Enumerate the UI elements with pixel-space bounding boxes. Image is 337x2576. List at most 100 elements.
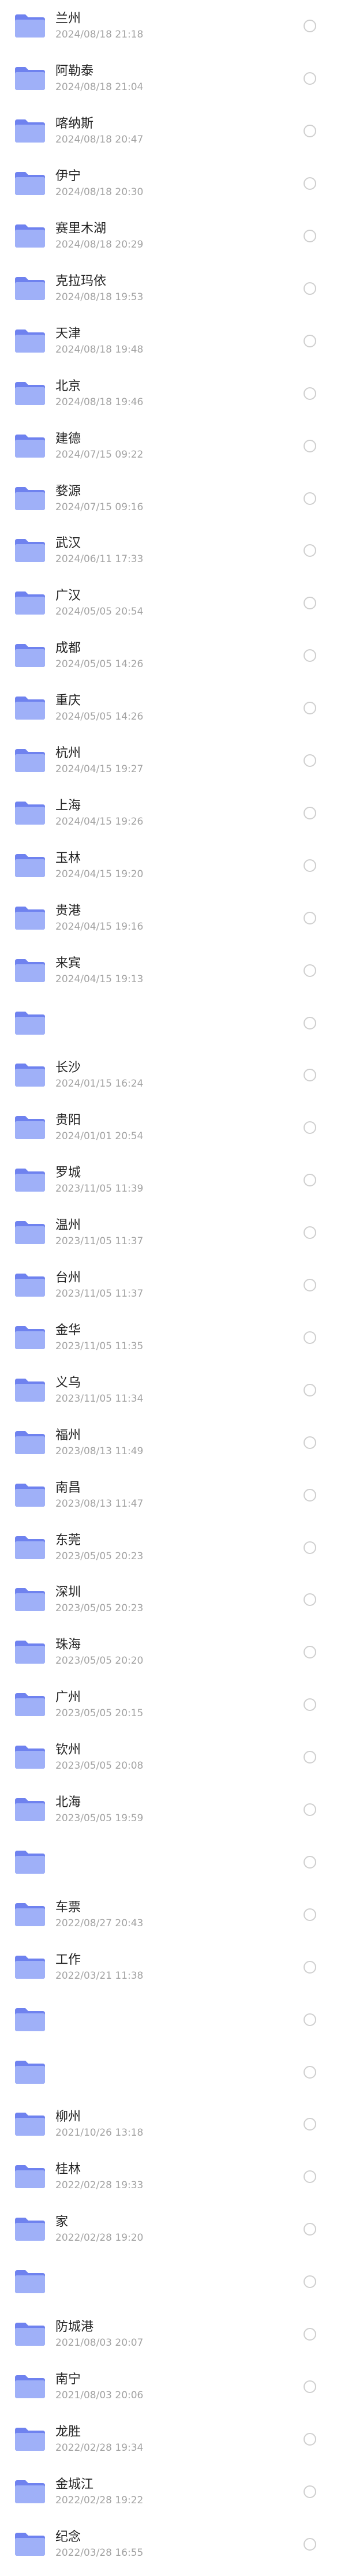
folder-row[interactable]: 兰州 2024/08/18 21:18 [0,0,337,53]
folder-row[interactable]: 龙胜 2022/02/28 19:34 [0,2413,337,2465]
select-radio[interactable] [304,1226,316,1240]
folder-row[interactable]: 珠海 2023/05/05 20:20 [0,1626,337,1679]
select-radio[interactable] [304,964,316,977]
select-radio[interactable] [304,2013,316,2026]
select-radio[interactable] [304,859,316,872]
select-radio[interactable] [304,125,316,138]
select-radio[interactable] [304,1279,316,1292]
select-radio[interactable] [304,387,316,400]
folder-row[interactable] [0,2046,337,2098]
select-radio[interactable] [304,1698,316,1712]
folder-row[interactable]: 深圳 2023/05/05 20:23 [0,1574,337,1626]
select-radio[interactable] [304,806,316,819]
select-radio[interactable] [304,754,316,767]
folder-row[interactable]: 成都 2024/05/05 14:26 [0,630,337,682]
folder-row[interactable] [0,2256,337,2308]
folder-row[interactable]: 金华 2023/11/05 11:35 [0,1312,337,1364]
select-radio[interactable] [304,2118,316,2131]
select-radio[interactable] [304,2170,316,2184]
select-radio[interactable] [304,2065,316,2079]
folder-row[interactable]: 北海 2023/05/05 19:59 [0,1784,337,1836]
select-radio[interactable] [304,597,316,610]
folder-row[interactable]: 婺源 2024/07/15 09:16 [0,472,337,525]
folder-row[interactable]: 柳州 2021/10/26 13:18 [0,2098,337,2151]
select-radio[interactable] [304,2275,316,2289]
select-radio[interactable] [304,20,316,33]
folder-row[interactable]: 广汉 2024/05/05 20:54 [0,577,337,630]
select-radio[interactable] [304,282,316,295]
select-radio[interactable] [304,1593,316,1607]
select-radio[interactable] [304,72,316,85]
select-radio[interactable] [304,1803,316,1817]
folder-icon [15,1693,45,1717]
select-radio[interactable] [304,2328,316,2341]
folder-row[interactable]: 台州 2023/11/05 11:37 [0,1259,337,1312]
folder-row[interactable]: 钦州 2023/05/05 20:08 [0,1731,337,1784]
folder-row[interactable] [0,997,337,1049]
folder-row[interactable]: 建德 2024/07/15 09:22 [0,420,337,472]
folder-row[interactable]: 长沙 2024/01/15 16:24 [0,1049,337,1102]
folder-row[interactable]: 防城港 2021/08/03 20:07 [0,2308,337,2361]
folder-row[interactable]: 广州 2023/05/05 20:15 [0,1679,337,1731]
select-radio[interactable] [304,1751,316,1764]
folder-row[interactable]: 贵阳 2024/01/01 20:54 [0,1102,337,1154]
select-radio[interactable] [304,2485,316,2498]
folder-row[interactable]: 上海 2024/04/15 19:26 [0,787,337,840]
folder-row[interactable]: 金城江 2022/02/28 19:22 [0,2465,337,2518]
folder-row[interactable]: 玉林 2024/04/15 19:20 [0,839,337,892]
folder-row[interactable]: 南宁 2021/08/03 20:06 [0,2361,337,2413]
folder-row[interactable]: 家 2022/02/28 19:20 [0,2203,337,2256]
select-radio[interactable] [304,1960,316,1974]
folder-row[interactable]: 罗城 2023/11/05 11:39 [0,1154,337,1207]
select-radio[interactable] [304,911,316,924]
folder-row[interactable]: 武汉 2024/06/11 17:33 [0,525,337,577]
folder-row[interactable]: 伊宁 2024/08/18 20:30 [0,158,337,210]
select-radio[interactable] [304,1016,316,1029]
folder-row[interactable]: 车票 2022/08/27 20:43 [0,1888,337,1941]
folder-row[interactable]: 克拉玛依 2024/08/18 19:53 [0,263,337,315]
select-radio[interactable] [304,1331,316,1344]
folder-row[interactable]: 福州 2023/08/13 11:49 [0,1416,337,1469]
select-radio[interactable] [304,1541,316,1554]
select-radio[interactable] [304,1069,316,1082]
folder-row[interactable]: 南昌 2023/08/13 11:47 [0,1469,337,1521]
select-radio[interactable] [304,439,316,452]
select-radio[interactable] [304,2537,316,2551]
folder-row[interactable] [0,1836,337,1889]
select-radio[interactable] [304,544,316,557]
folder-date: 2023/11/05 11:39 [55,1183,144,1195]
folder-row[interactable]: 北京 2024/08/18 19:46 [0,367,337,420]
select-radio[interactable] [304,2380,316,2393]
select-radio[interactable] [304,1383,316,1396]
select-radio[interactable] [304,1174,316,1187]
select-radio[interactable] [304,1908,316,1921]
folder-row[interactable]: 温州 2023/11/05 11:37 [0,1207,337,1259]
folder-row[interactable]: 喀纳斯 2024/08/18 20:47 [0,105,337,158]
select-radio[interactable] [304,702,316,715]
select-radio[interactable] [304,334,316,347]
folder-row[interactable]: 东莞 2023/05/05 20:23 [0,1521,337,1574]
select-radio[interactable] [304,1488,316,1502]
select-radio[interactable] [304,492,316,505]
select-radio[interactable] [304,1121,316,1135]
folder-row[interactable]: 天津 2024/08/18 19:48 [0,314,337,367]
select-radio[interactable] [304,649,316,662]
folder-row[interactable] [0,1993,337,2046]
select-radio[interactable] [304,1646,316,1659]
folder-row[interactable]: 工作 2022/03/21 11:38 [0,1941,337,1993]
folder-row[interactable]: 来宾 2024/04/15 19:13 [0,944,337,997]
folder-row[interactable]: 杭州 2024/04/15 19:27 [0,735,337,787]
folder-row[interactable]: 义乌 2023/11/05 11:34 [0,1364,337,1416]
select-radio[interactable] [304,230,316,243]
select-radio[interactable] [304,177,316,190]
select-radio[interactable] [304,2432,316,2446]
select-radio[interactable] [304,1855,316,1869]
folder-row[interactable]: 赛里木湖 2024/08/18 20:29 [0,210,337,263]
folder-row[interactable]: 纪念 2022/03/28 16:55 [0,2518,337,2570]
folder-row[interactable]: 桂林 2022/02/28 19:33 [0,2151,337,2203]
folder-row[interactable]: 重庆 2024/05/05 14:26 [0,682,337,735]
folder-row[interactable]: 贵港 2024/04/15 19:16 [0,892,337,944]
folder-row[interactable]: 阿勒泰 2024/08/18 21:04 [0,53,337,105]
select-radio[interactable] [304,1436,316,1449]
select-radio[interactable] [304,2223,316,2236]
